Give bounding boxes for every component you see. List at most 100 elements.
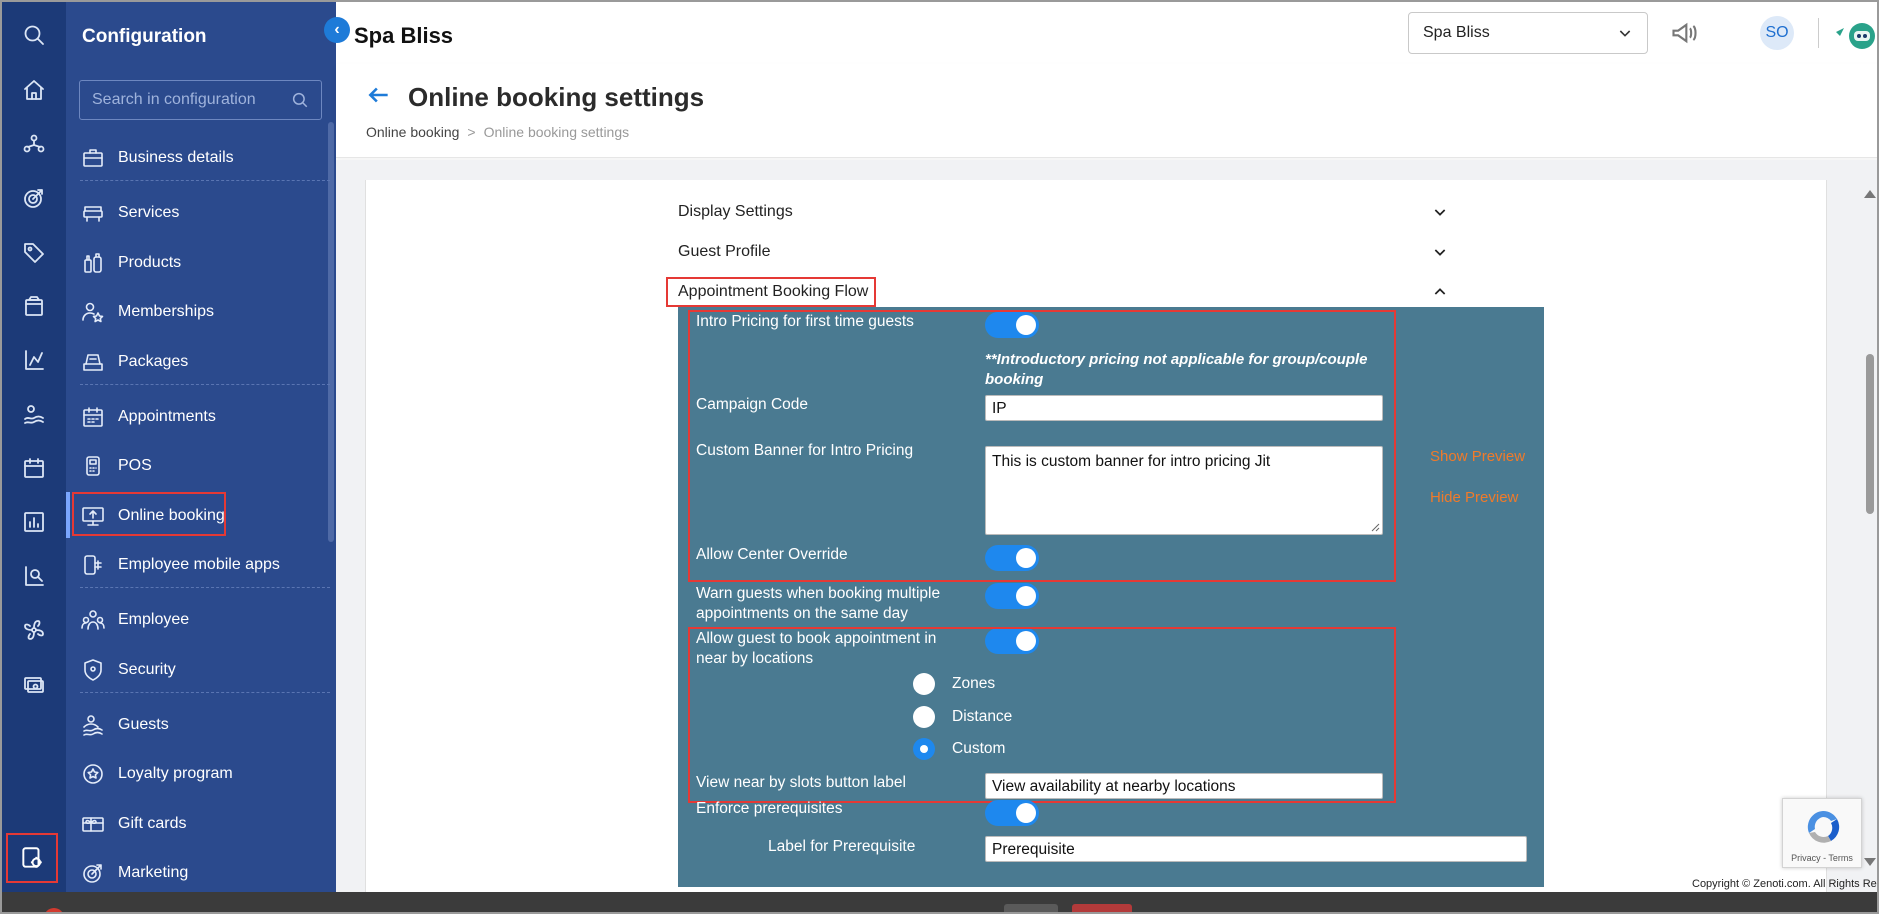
taskbar-app-icon[interactable] xyxy=(44,908,64,912)
sidebar-item-pos[interactable]: POS xyxy=(80,446,330,486)
sidebar-item-employee[interactable]: Employee xyxy=(80,600,330,640)
report-icon[interactable] xyxy=(18,506,50,538)
sidebar-item-packages[interactable]: Packages xyxy=(80,342,330,382)
sidebar-item-security[interactable]: Security xyxy=(80,650,330,690)
sidebar-item-services[interactable]: Services xyxy=(80,193,330,233)
recaptcha-badge[interactable]: Privacy - Terms xyxy=(1782,798,1862,868)
briefcase-icon xyxy=(80,145,106,171)
member-star-icon xyxy=(80,299,106,325)
breadcrumb-link[interactable]: Online booking xyxy=(366,124,459,140)
warn-guests-toggle[interactable] xyxy=(985,583,1039,609)
search-placeholder: Search in configuration xyxy=(92,91,256,108)
divider xyxy=(1818,18,1819,48)
taskbar xyxy=(2,892,1877,912)
analytics-icon[interactable] xyxy=(18,344,50,376)
assistant-bot-icon[interactable] xyxy=(1832,16,1877,52)
scroll-down-icon[interactable] xyxy=(1864,858,1876,866)
enforce-prerequisites-toggle[interactable] xyxy=(985,800,1039,826)
scroll-up-icon[interactable] xyxy=(1864,190,1876,198)
sidebar-item-label: Appointments xyxy=(118,408,216,425)
guests-icon xyxy=(80,712,106,738)
icon-rail xyxy=(2,2,66,892)
warn-guests-label: Warn guests when booking multiple appoin… xyxy=(696,585,941,622)
divider xyxy=(80,587,330,588)
home-icon[interactable] xyxy=(18,74,50,106)
search-input[interactable]: Search in configuration xyxy=(79,80,322,120)
enforce-prerequisites-label: Enforce prerequisites xyxy=(696,800,843,817)
sidebar-item-appointments[interactable]: Appointments xyxy=(80,397,330,437)
active-indicator xyxy=(66,492,70,538)
show-preview-link[interactable]: Show Preview xyxy=(1430,448,1525,465)
sidebar-item-marketing[interactable]: Marketing xyxy=(80,853,330,893)
prerequisite-label-input[interactable]: Prerequisite xyxy=(985,836,1527,862)
marketing-icon xyxy=(80,860,106,886)
accordion-label: Display Settings xyxy=(678,203,793,220)
pos-terminal-icon xyxy=(80,453,106,479)
sidebar-item-memberships[interactable]: Memberships xyxy=(80,292,330,332)
taskbar-item[interactable] xyxy=(1072,904,1132,912)
taskbar-item[interactable] xyxy=(1004,904,1058,912)
spa-icon[interactable] xyxy=(18,398,50,430)
sidebar-item-label: Products xyxy=(118,254,182,271)
collapse-sidebar-button[interactable]: ‹ xyxy=(324,17,350,43)
scrollbar-thumb[interactable] xyxy=(1866,354,1874,514)
chevron-down-icon xyxy=(1434,209,1446,216)
sidebar-item-loyalty-program[interactable]: Loyalty program xyxy=(80,754,330,794)
location-select[interactable]: Spa Bliss xyxy=(1408,12,1648,54)
tag-icon[interactable] xyxy=(18,236,50,268)
sidebar-item-label: Memberships xyxy=(118,303,215,320)
calendar-icon xyxy=(80,404,106,430)
accordion-guest-profile[interactable]: Guest Profile xyxy=(678,236,1448,268)
megaphone-icon[interactable] xyxy=(1670,19,1700,49)
breadcrumb: Online booking > Online booking settings xyxy=(366,124,629,140)
accordion-display-settings[interactable]: Display Settings xyxy=(678,196,1448,228)
box-icon[interactable] xyxy=(18,290,50,322)
chevron-down-icon xyxy=(1434,249,1446,256)
sidebar-item-employee-mobile-apps[interactable]: Employee mobile apps xyxy=(80,545,330,585)
people-icon xyxy=(80,607,106,633)
chevron-up-icon xyxy=(1434,288,1446,295)
sidebar-item-guests[interactable]: Guests xyxy=(80,705,330,745)
highlight-box xyxy=(72,492,226,536)
chevron-down-icon xyxy=(1619,30,1631,37)
sidebar-item-label: POS xyxy=(118,457,152,474)
bottles-icon xyxy=(80,250,106,276)
fan-icon[interactable] xyxy=(18,614,50,646)
sidebar-item-label: Loyalty program xyxy=(118,765,233,782)
hide-preview-link[interactable]: Hide Preview xyxy=(1430,489,1518,506)
insights-icon[interactable] xyxy=(18,560,50,592)
breadcrumb-separator: > xyxy=(467,124,476,140)
gift-card-icon xyxy=(80,811,106,837)
avatar[interactable]: SO xyxy=(1760,16,1794,50)
config-sidebar: Configuration Search in configuration Bu… xyxy=(66,2,336,892)
chevron-left-icon: ‹ xyxy=(334,21,340,38)
divider xyxy=(80,180,330,181)
location-select-value: Spa Bliss xyxy=(1423,24,1490,41)
sidebar-item-label: Business details xyxy=(118,149,234,166)
app-title: Spa Bliss xyxy=(354,23,454,48)
mobile-apps-icon xyxy=(80,552,106,578)
settings-icon[interactable] xyxy=(6,833,58,883)
sidebar-item-label: Marketing xyxy=(118,864,189,881)
search-icon[interactable] xyxy=(18,19,50,51)
prerequisite-label-label: Label for Prerequisite xyxy=(768,838,916,855)
sidebar-title: Configuration xyxy=(82,26,207,47)
sidebar-item-label: Employee xyxy=(118,611,190,628)
highlight-box xyxy=(688,310,1396,582)
recaptcha-icon xyxy=(1807,810,1840,843)
divider xyxy=(80,692,330,693)
calendar-icon[interactable] xyxy=(18,452,50,484)
recaptcha-terms[interactable]: Privacy - Terms xyxy=(1783,853,1861,863)
sidebar-item-products[interactable]: Products xyxy=(80,243,330,283)
sidebar-item-gift-cards[interactable]: Gift cards xyxy=(80,804,330,844)
org-icon[interactable] xyxy=(18,128,50,160)
page-scrollbar[interactable] xyxy=(1864,190,1876,866)
sidebar-item-label: Security xyxy=(118,661,176,678)
money-icon[interactable] xyxy=(18,668,50,700)
sidebar-item-label: Employee mobile apps xyxy=(118,556,280,573)
sidebar-item-business-details[interactable]: Business details xyxy=(80,138,330,178)
target-icon[interactable] xyxy=(18,182,50,214)
sidebar-item-label: Packages xyxy=(118,353,189,370)
back-arrow-icon[interactable] xyxy=(366,82,392,108)
divider xyxy=(80,384,330,385)
